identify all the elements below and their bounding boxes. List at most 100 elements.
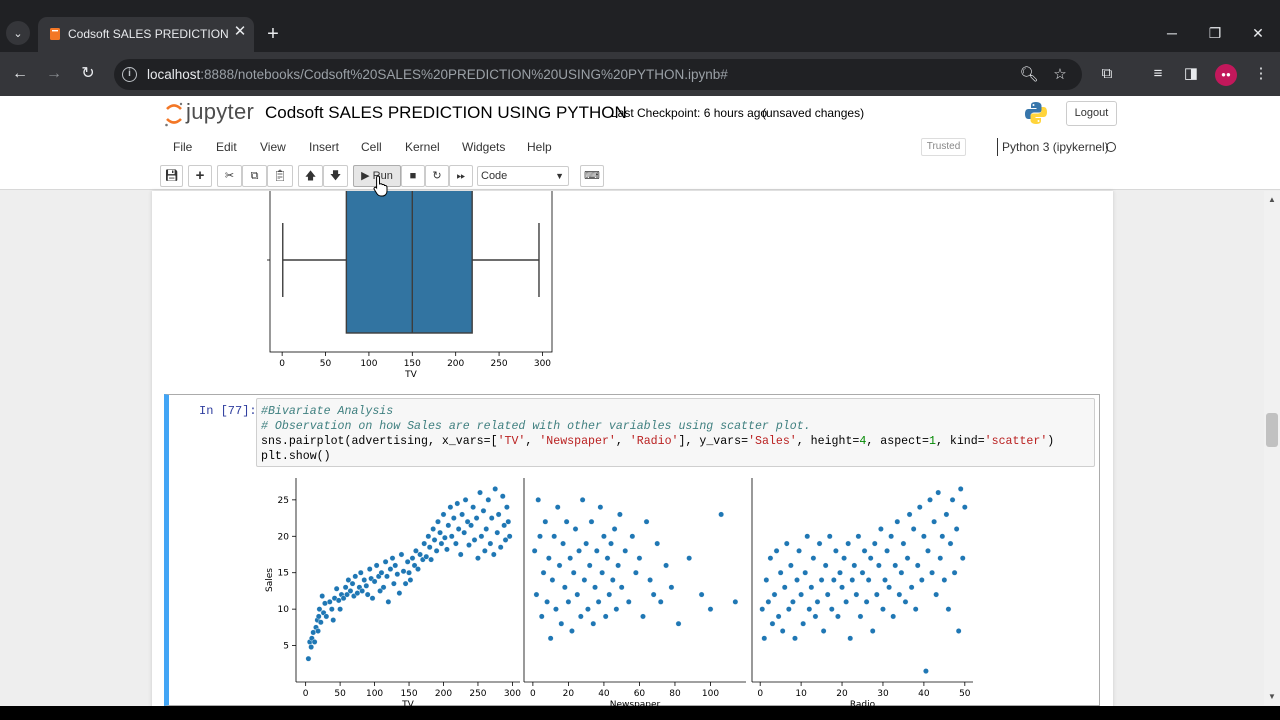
- scroll-down-arrow-icon[interactable]: ▼: [1266, 691, 1278, 703]
- url-text[interactable]: localhost:8888/notebooks/Codsoft%20SALES…: [147, 67, 728, 82]
- scatter-point: [931, 518, 938, 525]
- logout-button[interactable]: Logout: [1066, 101, 1117, 126]
- address-bar[interactable]: i localhost:8888/notebooks/Codsoft%20SAL…: [114, 59, 1082, 90]
- scatter-point: [402, 580, 409, 587]
- scatter-point: [597, 504, 604, 511]
- scatter-point: [553, 606, 559, 613]
- menu-cell[interactable]: Cell: [361, 140, 382, 154]
- window-minimize-icon[interactable]: ─: [1158, 20, 1186, 46]
- scatter-point: [494, 529, 501, 536]
- scatter-point: [890, 613, 897, 620]
- scatter-point: [820, 628, 827, 634]
- command-palette-button[interactable]: ⌨︎: [580, 165, 604, 187]
- menu-edit[interactable]: Edit: [216, 140, 237, 154]
- menu-file[interactable]: File: [173, 140, 192, 154]
- reload-icon[interactable]: ↻: [74, 60, 102, 88]
- scatter-point: [832, 547, 839, 554]
- page-scrollbar[interactable]: [1264, 191, 1280, 705]
- scatter-point: [835, 613, 841, 620]
- scatter-point: [810, 555, 817, 562]
- fast-forward-icon: ⏩︎: [456, 170, 466, 182]
- scatter-point: [308, 644, 315, 650]
- move-up-button[interactable]: 🡅: [298, 165, 323, 187]
- scatter-point: [533, 591, 540, 598]
- paste-button[interactable]: 📋︎: [267, 165, 293, 187]
- notebook-title[interactable]: Codsoft SALES PREDICTION USING PYTHON: [265, 103, 627, 123]
- scrollbar-thumb[interactable]: [1266, 413, 1278, 447]
- bookmark-star-icon[interactable]: ☆: [1049, 64, 1071, 86]
- scatter-point: [775, 613, 782, 620]
- scatter-point: [563, 518, 570, 525]
- scatter-point: [937, 555, 944, 562]
- last-checkpoint: Last Checkpoint: 6 hours ago: [611, 106, 768, 120]
- scatter-point: [767, 555, 774, 562]
- new-tab-plus-icon[interactable]: +: [262, 23, 284, 45]
- restart-run-all-button[interactable]: ⏩︎: [449, 165, 473, 187]
- forward-arrow-icon[interactable]: →: [40, 60, 68, 88]
- code-token: 1: [928, 435, 936, 448]
- scatter-point: [392, 562, 399, 569]
- tab-search-chevron-icon[interactable]: ⌄: [6, 21, 30, 45]
- browser-tab-active[interactable]: Codsoft SALES PREDICTION USING PYTHON ✕: [38, 17, 254, 52]
- scatter-point: [800, 620, 807, 627]
- scatter-point: [929, 569, 935, 576]
- scatter-point: [910, 526, 917, 532]
- scatter-point: [567, 555, 574, 562]
- insert-cell-button[interactable]: +: [188, 165, 212, 187]
- copy-button[interactable]: ⧉: [242, 165, 267, 187]
- cut-button[interactable]: ✂︎: [217, 165, 242, 187]
- scatter-point: [431, 537, 438, 543]
- code-token: , height=: [796, 435, 860, 448]
- scatter-point: [349, 580, 356, 587]
- menu-view[interactable]: View: [260, 140, 286, 154]
- media-queue-icon[interactable]: ≡: [1147, 64, 1169, 84]
- profile-avatar[interactable]: ●●: [1215, 64, 1237, 86]
- scatter-point: [933, 591, 940, 598]
- scatter-point: [632, 569, 639, 576]
- sales-pairplot-output: 0 50 100 150 200 250 300TV510152025Sales0 20 40 6…: [265, 478, 973, 706]
- scatter-point: [643, 518, 650, 525]
- menu-help[interactable]: Help: [527, 140, 552, 154]
- scatter-point: [409, 555, 416, 562]
- scatter-point: [647, 577, 653, 583]
- save-button[interactable]: 💾︎: [160, 165, 183, 187]
- menu-insert[interactable]: Insert: [309, 140, 339, 154]
- window-restore-icon[interactable]: ❐: [1201, 20, 1229, 46]
- kernel-name[interactable]: Python 3 (ipykernel): [1002, 140, 1109, 154]
- scatter-point: [675, 620, 682, 627]
- move-down-button[interactable]: 🡇: [323, 165, 348, 187]
- menu-widgets[interactable]: Widgets: [462, 140, 505, 154]
- scatter-point: [892, 562, 899, 569]
- scatter-point: [333, 585, 340, 592]
- pairplot-x-tick-label: 80: [669, 689, 681, 699]
- jupyter-logo-text[interactable]: jupyter: [186, 99, 254, 125]
- menu-kernel[interactable]: Kernel: [405, 140, 440, 154]
- scatter-point: [698, 591, 705, 598]
- scatter-point: [572, 526, 579, 532]
- jupyter-logo-icon: [165, 102, 183, 127]
- scatter-point: [471, 537, 478, 543]
- scatter-point: [505, 518, 512, 525]
- scroll-up-arrow-icon[interactable]: ▲: [1266, 194, 1278, 206]
- zoom-search-icon[interactable]: 🔍︎: [1018, 64, 1040, 86]
- extensions-puzzle-icon[interactable]: ⧉: [1096, 64, 1118, 84]
- scatter-point: [927, 496, 933, 503]
- site-info-icon[interactable]: i: [122, 67, 137, 82]
- pairplot-x-tick-label: 0: [303, 689, 309, 699]
- window-close-icon[interactable]: ✕: [1244, 20, 1272, 46]
- side-panel-icon[interactable]: ◨: [1180, 64, 1202, 84]
- pairplot-x-tick-label: 100: [702, 689, 719, 699]
- scatter-point: [326, 598, 333, 605]
- tab-close-icon[interactable]: ✕: [231, 23, 249, 41]
- scatter-point: [551, 533, 558, 540]
- restart-kernel-button[interactable]: ↻: [425, 165, 449, 187]
- jupyter-favicon-icon: [50, 28, 60, 40]
- interrupt-kernel-button[interactable]: ■: [401, 165, 425, 187]
- chrome-menu-kebab-icon[interactable]: ⋮: [1250, 64, 1272, 84]
- cell-type-select[interactable]: Code ▼: [477, 166, 569, 186]
- code-editor[interactable]: #Bivariate Analysis # Observation on how…: [256, 398, 1095, 467]
- back-arrow-icon[interactable]: ←: [6, 60, 34, 88]
- trusted-badge[interactable]: Trusted: [921, 138, 966, 156]
- scatter-point: [869, 628, 876, 634]
- scatter-point: [798, 591, 805, 598]
